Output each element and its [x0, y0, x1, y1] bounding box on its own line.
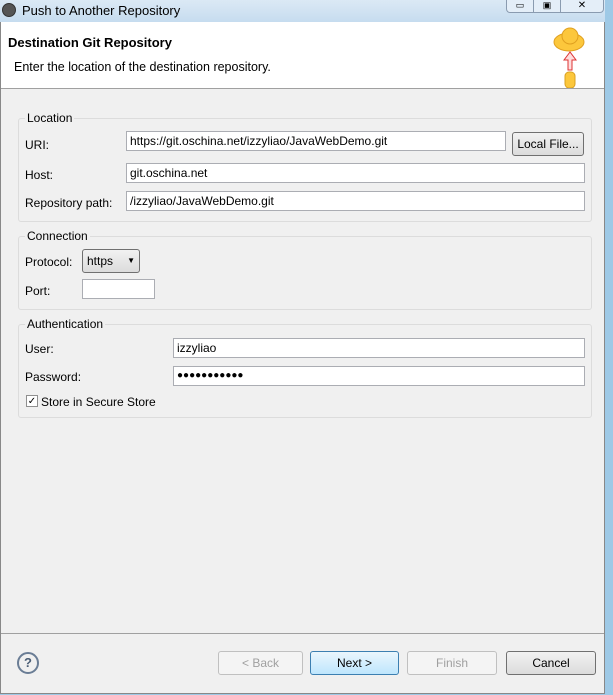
- finish-button[interactable]: Finish: [407, 651, 497, 675]
- password-input[interactable]: ●●●●●●●●●●●: [173, 366, 585, 386]
- location-label: Location: [25, 111, 75, 125]
- repository-path-label: Repository path:: [25, 196, 113, 210]
- port-label: Port:: [25, 284, 51, 298]
- user-input[interactable]: izzyliao: [173, 338, 585, 358]
- protocol-select[interactable]: https ▼: [82, 249, 140, 273]
- title-bar: Push to Another Repository ▭ ▣ ✕: [0, 0, 605, 22]
- uri-label: URI:: [25, 138, 49, 152]
- port-input[interactable]: [82, 279, 155, 299]
- store-secure-checkbox[interactable]: ✓: [26, 395, 38, 407]
- dialog: Destination Git Repository Enter the loc…: [0, 22, 605, 694]
- help-icon[interactable]: ?: [17, 652, 39, 674]
- window-title: Push to Another Repository: [22, 3, 181, 18]
- protocol-label: Protocol:: [25, 255, 73, 269]
- uri-input[interactable]: https://git.oschina.net/izzyliao/JavaWeb…: [126, 131, 506, 151]
- connection-label: Connection: [25, 229, 90, 243]
- authentication-label: Authentication: [25, 317, 106, 331]
- chevron-down-icon: ▼: [127, 256, 135, 265]
- user-label: User:: [25, 342, 54, 356]
- host-input[interactable]: git.oschina.net: [126, 163, 585, 183]
- local-file-button[interactable]: Local File...: [512, 132, 584, 156]
- protocol-value: https: [87, 254, 114, 268]
- minimize-button[interactable]: ▭: [506, 0, 534, 13]
- password-label: Password:: [25, 370, 82, 384]
- next-button[interactable]: Next >: [310, 651, 399, 675]
- repository-path-input[interactable]: /izzyliao/JavaWebDemo.git: [126, 191, 585, 211]
- page-description: Enter the location of the destination re…: [14, 60, 271, 74]
- wizard-header: Destination Git Repository Enter the loc…: [1, 22, 604, 89]
- cancel-button[interactable]: Cancel: [506, 651, 596, 675]
- host-label: Host:: [25, 168, 54, 182]
- push-cloud-icon: [553, 27, 585, 88]
- store-secure-label: Store in Secure Store: [41, 395, 156, 409]
- maximize-button[interactable]: ▣: [533, 0, 561, 13]
- page-title: Destination Git Repository: [8, 35, 172, 50]
- button-bar-separator: [1, 633, 604, 634]
- close-button[interactable]: ✕: [560, 0, 604, 13]
- back-button[interactable]: < Back: [218, 651, 303, 675]
- eclipse-icon: [2, 3, 16, 17]
